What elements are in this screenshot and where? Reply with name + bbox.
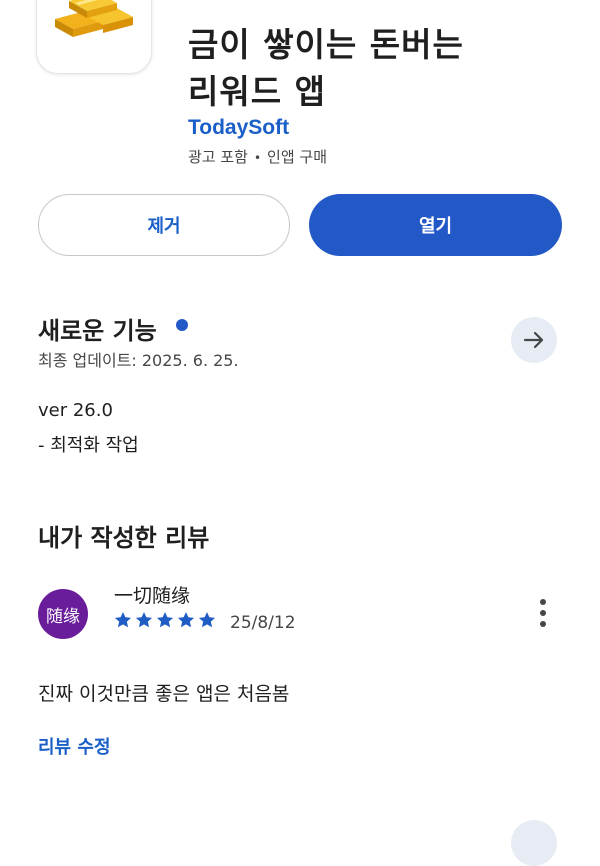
rating-stars [113, 610, 217, 630]
app-title-line-1: 금이 쌓이는 돈버는 [188, 25, 464, 64]
review-date: 25/8/12 [230, 613, 296, 633]
star-icon [114, 612, 132, 628]
open-button[interactable]: 열기 [309, 194, 562, 256]
next-section-arrow-button[interactable] [511, 820, 557, 866]
review-text: 진짜 이것만큼 좋은 앱은 처음봄 [38, 683, 290, 705]
developer-link[interactable]: TodaySoft [188, 116, 289, 140]
star-icon [177, 612, 195, 628]
gold-bars-icon [55, 0, 133, 37]
my-review-heading: 내가 작성한 리뷰 [38, 524, 210, 552]
new-indicator-dot [176, 319, 188, 331]
star-icon [135, 612, 153, 628]
app-meta: 광고 포함 • 인앱 구매 [188, 146, 327, 167]
release-notes: - 최적화 작업 [38, 435, 139, 456]
edit-review-link[interactable]: 리뷰 수정 [38, 733, 111, 759]
last-updated: 최종 업데이트: 2025. 6. 25. [38, 351, 239, 370]
app-icon [36, 0, 152, 74]
reviewer-name: 一切随缘 [114, 585, 191, 607]
more-options-button[interactable] [528, 596, 558, 630]
remove-button[interactable]: 제거 [38, 194, 290, 256]
more-vert-icon [540, 599, 546, 605]
star-icon [156, 612, 174, 628]
whats-new-title: 새로운 기능 [38, 317, 157, 345]
meta-ads: 광고 포함 [188, 148, 248, 166]
whats-new-arrow-button[interactable] [511, 317, 557, 363]
version-text: ver 26.0 [38, 400, 113, 421]
meta-separator: • [253, 151, 262, 165]
arrow-right-icon [523, 331, 544, 349]
meta-iap: 인앱 구매 [267, 148, 328, 166]
app-title-line-2: 리워드 앱 [188, 72, 326, 111]
avatar: 随缘 [38, 589, 88, 639]
star-icon [198, 612, 216, 628]
